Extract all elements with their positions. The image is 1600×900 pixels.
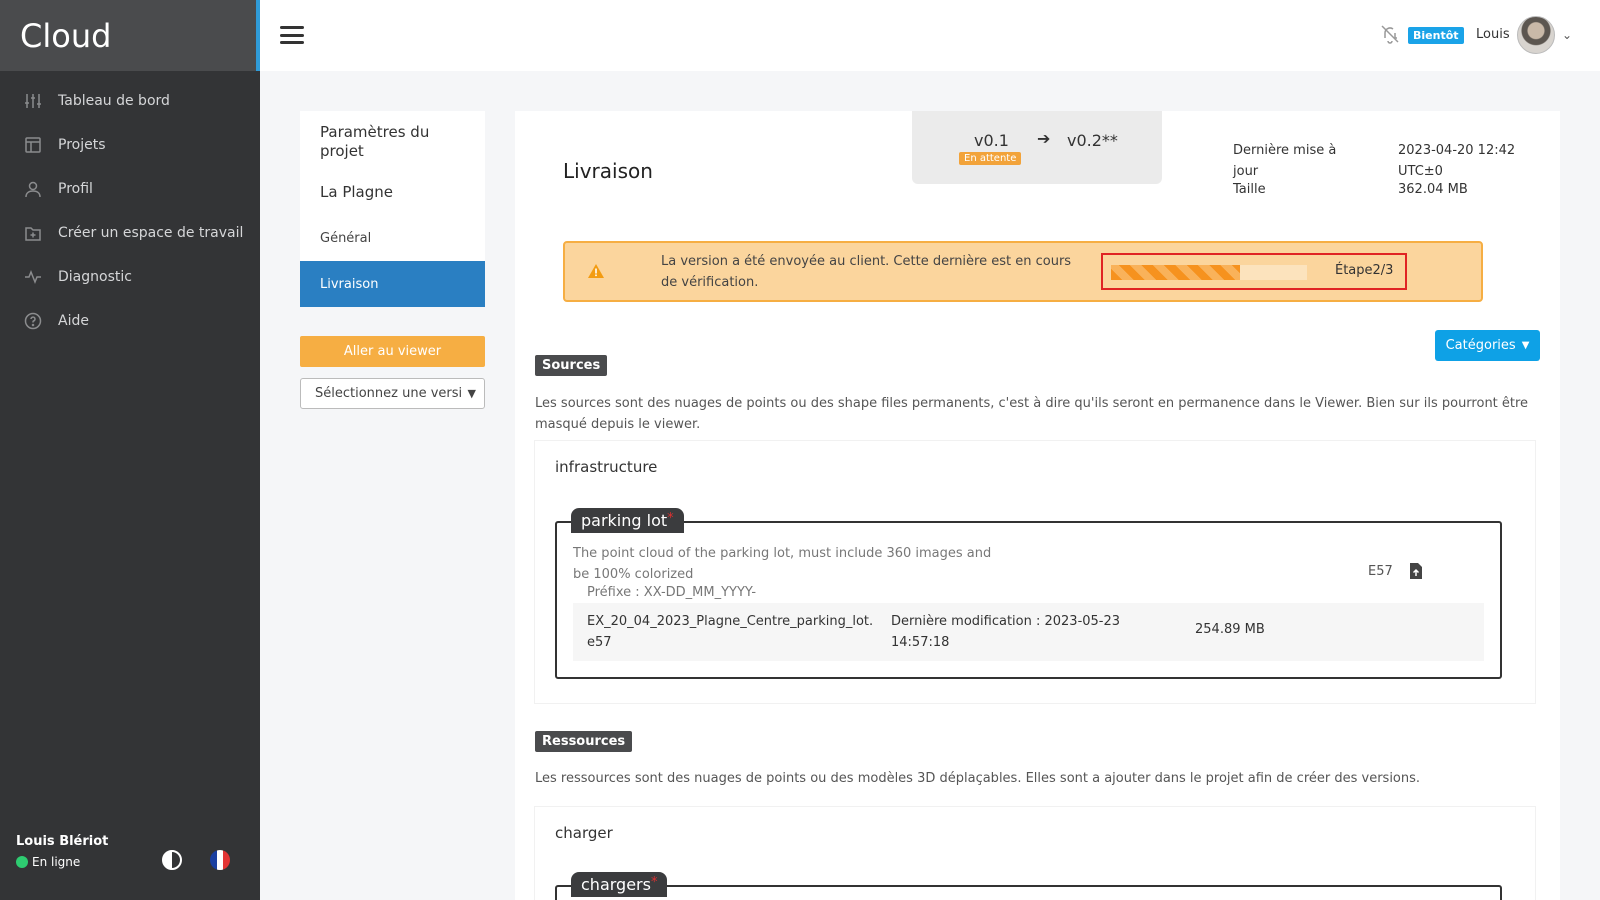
- file-upload-icon[interactable]: [1409, 563, 1423, 579]
- progress-fill: [1111, 265, 1241, 280]
- item-format: E57: [1368, 564, 1393, 579]
- sidebar-item-help[interactable]: Aide: [0, 299, 260, 343]
- go-to-viewer-button[interactable]: Aller au viewer: [300, 336, 485, 367]
- arrow-right-icon: ➔: [1037, 129, 1051, 148]
- item-prefix: Préfixe : XX-DD_MM_YYYY-: [587, 585, 757, 600]
- notifications-badge: Bientôt: [1408, 27, 1464, 44]
- sidebar-item-create-workspace[interactable]: Créer un espace de travail: [0, 211, 260, 255]
- version-select-value: Sélectionnez une versi: [315, 386, 463, 401]
- file-modified: Dernière modification : 2023-05-23 14:57…: [891, 614, 1121, 650]
- sidebar-user-name: Louis Blériot: [16, 834, 109, 849]
- tab-delivery[interactable]: Livraison: [300, 261, 485, 307]
- sidebar-nav: Tableau de bord Projets Profil Créer un …: [0, 71, 260, 343]
- sidebar-footer: Louis Blériot En ligne: [0, 820, 260, 900]
- help-circle-icon: [24, 312, 42, 330]
- folder-plus-icon: [24, 224, 42, 242]
- item-description: The point cloud of the parking lot, must…: [573, 546, 992, 582]
- chargers-item: chargers*: [555, 872, 1502, 900]
- topbar: Bientôt Louis ⌄: [260, 0, 1600, 71]
- group-title: infrastructure: [555, 458, 658, 476]
- infrastructure-group: infrastructure parking lot* The point cl…: [535, 441, 1535, 703]
- topbar-user-name[interactable]: Louis: [1476, 27, 1510, 42]
- alert-message: La version a été envoyée au client. Cett…: [661, 254, 1072, 290]
- chevron-down-icon: ▼: [1521, 340, 1530, 351]
- size-label: Taille: [1233, 182, 1266, 197]
- brand-logo[interactable]: Cloud: [0, 0, 260, 71]
- item-tag: chargers*: [571, 872, 668, 897]
- sliders-icon: [24, 92, 42, 110]
- version-transition: v0.1 ➔ v0.2** En attente: [912, 111, 1162, 184]
- item-name: chargers: [581, 875, 651, 894]
- sidebar-item-projects[interactable]: Projets: [0, 123, 260, 167]
- sidebar-item-profile[interactable]: Profil: [0, 167, 260, 211]
- bell-off-icon[interactable]: [1380, 24, 1400, 44]
- sidebar-item-diagnostic[interactable]: Diagnostic: [0, 255, 260, 299]
- verification-alert: La version a été envoyée au client. Cett…: [563, 241, 1483, 302]
- last-update-label: Dernière mise à jour: [1233, 143, 1337, 179]
- warning-icon: [588, 264, 604, 278]
- french-flag-icon[interactable]: [210, 850, 230, 870]
- sidebar-item-label: Profil: [58, 181, 93, 197]
- parking-lot-item: parking lot* The point cloud of the park…: [555, 508, 1502, 679]
- status-label: En ligne: [32, 855, 81, 869]
- progress-step-label: Étape2/3: [1335, 263, 1394, 278]
- tab-general[interactable]: Général: [300, 215, 485, 261]
- resources-description: Les ressources sont des nuages de points…: [535, 771, 1421, 786]
- resources-section-tag: Ressources: [535, 731, 633, 752]
- delivery-panel: Livraison v0.1 ➔ v0.2** En attente Derni…: [515, 111, 1560, 900]
- sidebar: Cloud Tableau de bord Projets Profil Cré…: [0, 0, 260, 900]
- item-name: parking lot: [581, 511, 668, 530]
- delivery-progress: Étape2/3: [1101, 253, 1407, 290]
- version-select[interactable]: Sélectionnez une versi ▼: [300, 378, 485, 409]
- file-row: EX_20_04_2023_Plagne_Centre_parking_lot.…: [573, 603, 1484, 661]
- size-value: 362.04 MB: [1398, 182, 1468, 197]
- sidebar-item-label: Créer un espace de travail: [58, 225, 244, 241]
- required-mark: *: [650, 875, 658, 890]
- project-settings-nav: Paramètres du projet La Plagne Général L…: [300, 111, 485, 307]
- activity-icon: [24, 268, 42, 286]
- project-name: La Plagne: [320, 183, 393, 201]
- menu-toggle-icon[interactable]: [280, 26, 304, 44]
- categories-dropdown-button[interactable]: Catégories ▼: [1435, 330, 1540, 361]
- user-icon: [24, 180, 42, 198]
- version-from: v0.1: [974, 131, 1009, 150]
- group-title: charger: [555, 824, 613, 842]
- sidebar-item-label: Projets: [58, 137, 106, 153]
- layout-icon: [24, 136, 42, 154]
- project-settings-title: Paramètres du projet: [320, 123, 430, 160]
- sources-section-tag: Sources: [535, 355, 608, 376]
- categories-label: Catégories: [1445, 338, 1516, 353]
- version-to: v0.2**: [1067, 131, 1118, 150]
- online-status-icon: [16, 856, 28, 868]
- page-title: Livraison: [563, 159, 653, 183]
- required-mark: *: [667, 511, 674, 526]
- item-tag: parking lot*: [571, 508, 684, 533]
- sidebar-item-label: Tableau de bord: [58, 93, 170, 109]
- charger-group: charger chargers*: [535, 807, 1535, 900]
- file-name[interactable]: EX_20_04_2023_Plagne_Centre_parking_lot.…: [587, 611, 877, 653]
- chevron-down-icon[interactable]: ⌄: [1562, 28, 1572, 42]
- chevron-down-icon: ▼: [467, 387, 476, 400]
- sources-description: Les sources sont des nuages de points ou…: [535, 396, 1529, 432]
- file-size: 254.89 MB: [1195, 622, 1265, 637]
- progress-track: [1111, 265, 1307, 280]
- sidebar-item-label: Diagnostic: [58, 269, 132, 285]
- sidebar-item-dashboard[interactable]: Tableau de bord: [0, 79, 260, 123]
- avatar[interactable]: [1517, 16, 1555, 54]
- status-badge: En attente: [959, 152, 1022, 165]
- contrast-toggle-icon[interactable]: [162, 850, 182, 870]
- sidebar-item-label: Aide: [58, 313, 89, 329]
- last-update-value: 2023-04-20 12:42 UTC±0: [1398, 143, 1516, 179]
